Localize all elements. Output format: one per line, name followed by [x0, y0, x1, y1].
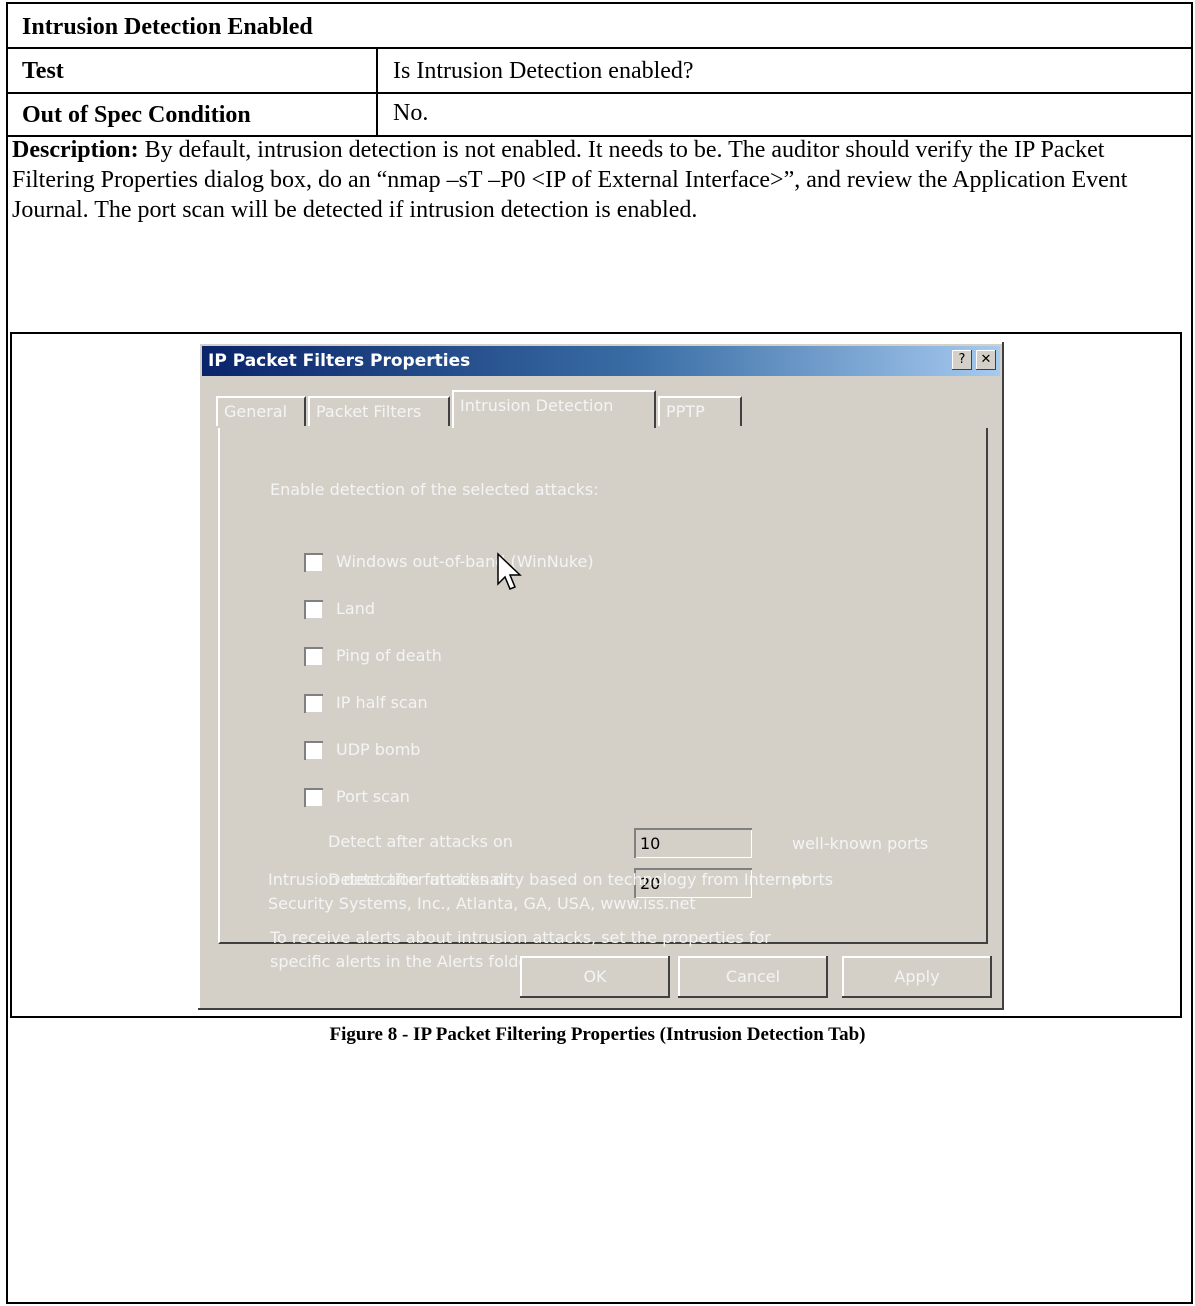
table-title: Intrusion Detection Enabled	[22, 14, 313, 40]
ping-of-death-label: Ping of death	[336, 646, 442, 665]
winnuke-checkbox[interactable]	[304, 553, 323, 572]
column-divider	[376, 49, 378, 92]
enable-detection-label: Enable detection of the selected attacks…	[270, 480, 599, 499]
description-text: By default, intrusion detection is not e…	[12, 137, 1128, 223]
ip-half-scan-checkbox[interactable]	[304, 694, 323, 713]
figure-caption: Figure 8 - IP Packet Filtering Propertie…	[329, 1024, 866, 1045]
land-label: Land	[336, 599, 376, 618]
tab-pptp[interactable]: PPTP	[658, 396, 742, 426]
cancel-button[interactable]: Cancel	[678, 956, 828, 998]
udp-bomb-label: UDP bomb	[336, 740, 421, 759]
detect-well-known-label: Detect after attacks on	[328, 832, 513, 851]
mouse-pointer-icon	[497, 552, 522, 590]
test-value: Is Intrusion Detection enabled?	[393, 58, 694, 84]
description: Description: By default, intrusion detec…	[12, 135, 1172, 225]
port-scan-label: Port scan	[336, 787, 410, 806]
ping-of-death-checkbox[interactable]	[304, 647, 323, 666]
alerts-note-line2: specific alerts in the Alerts folder.	[270, 952, 539, 971]
out-of-spec-row: Out of Spec Condition No.	[8, 94, 1191, 137]
out-of-spec-value: No.	[393, 100, 429, 126]
ok-button[interactable]: OK	[520, 956, 670, 998]
tab-general[interactable]: General	[216, 396, 306, 426]
table-header-row: Intrusion Detection Enabled	[8, 4, 1191, 49]
close-icon[interactable]: ✕	[976, 350, 996, 370]
test-label: Test	[22, 58, 64, 84]
winnuke-label: Windows out-of-band (WinNuke)	[336, 552, 594, 571]
land-checkbox[interactable]	[304, 600, 323, 619]
intrusion-detection-panel: Enable detection of the selected attacks…	[218, 428, 988, 971]
port-scan-checkbox[interactable]	[304, 788, 323, 807]
udp-bomb-checkbox[interactable]	[304, 741, 323, 760]
tab-intrusion-detection[interactable]: Intrusion Detection	[452, 390, 656, 428]
well-known-ports-input[interactable]: 10	[634, 828, 752, 858]
help-icon[interactable]: ?	[952, 350, 972, 370]
tab-packet-filters[interactable]: Packet Filters	[308, 396, 450, 426]
iss-note-line2: Security Systems, Inc., Atlanta, GA, USA…	[268, 894, 696, 913]
dialog-titlebar[interactable]: IP Packet Filters Properties ? ✕	[202, 346, 1000, 376]
out-of-spec-label: Out of Spec Condition	[22, 102, 251, 128]
ip-packet-filters-dialog: IP Packet Filters Properties ? ✕ General…	[198, 342, 1004, 1010]
alerts-note-line1: To receive alerts about intrusion attack…	[270, 928, 771, 947]
apply-button[interactable]: Apply	[842, 956, 992, 998]
iss-note-line1: Intrusion detection functionality based …	[268, 870, 808, 889]
well-known-ports-suffix: well-known ports	[792, 834, 929, 853]
ip-half-scan-label: IP half scan	[336, 693, 428, 712]
test-row: Test Is Intrusion Detection enabled?	[8, 49, 1191, 94]
description-label: Description:	[12, 137, 139, 163]
dialog-title: IP Packet Filters Properties	[208, 351, 471, 371]
column-divider	[376, 94, 378, 135]
